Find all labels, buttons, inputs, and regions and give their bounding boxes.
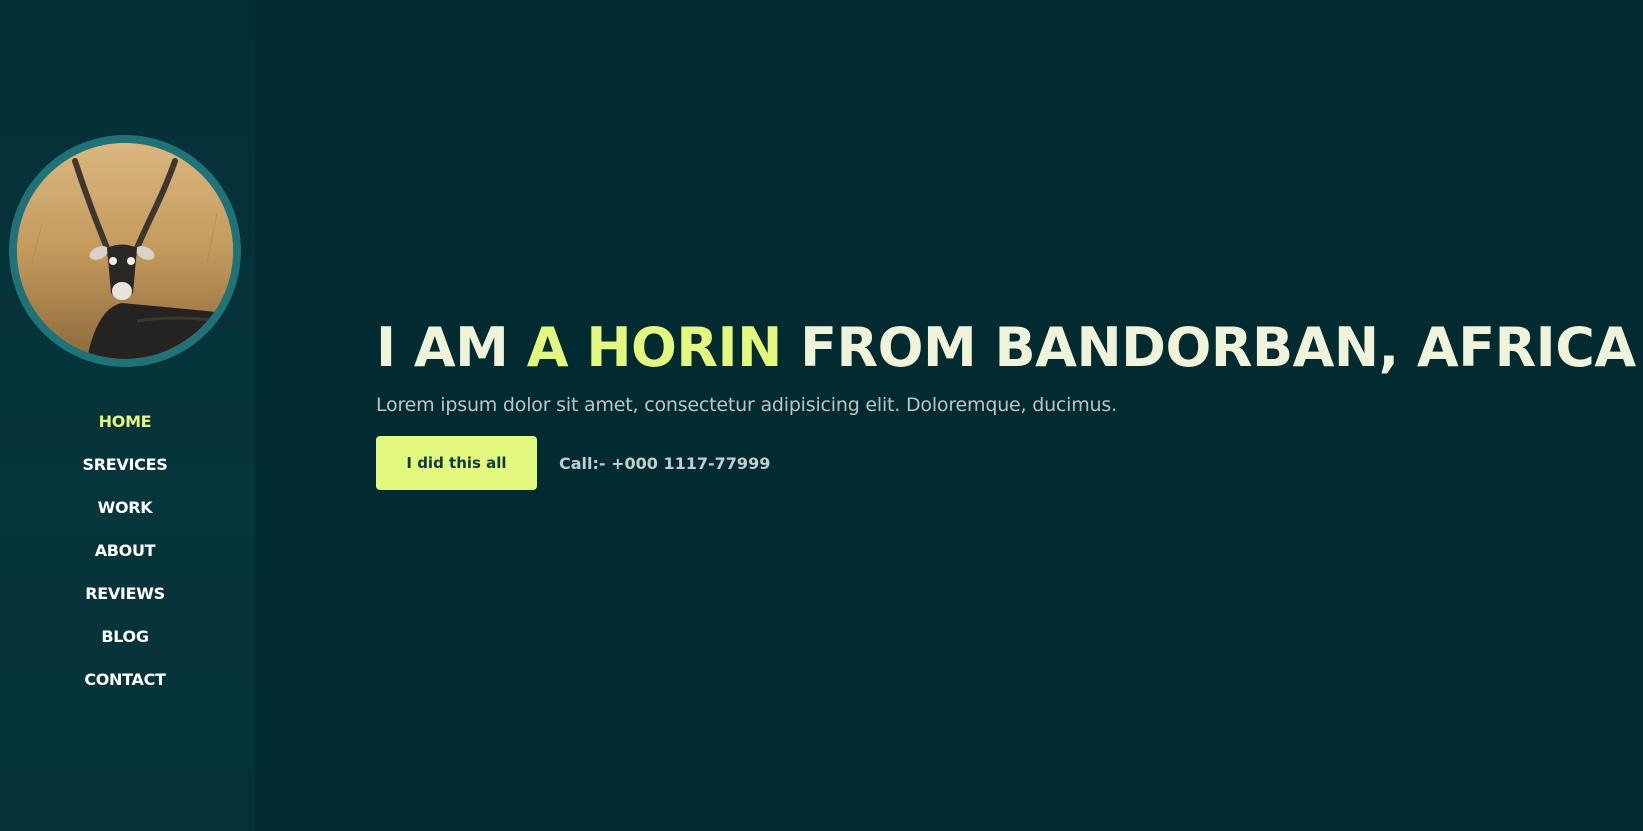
main-nav: HOME SREVICES WORK ABOUT REVIEWS BLOG CO…	[0, 400, 250, 701]
nav-item-services: SREVICES	[0, 443, 250, 486]
antelope-photo	[17, 143, 233, 359]
nav-link-services[interactable]: SREVICES	[83, 443, 168, 486]
nav-item-reviews: REVIEWS	[0, 572, 250, 615]
sidebar: HOME SREVICES WORK ABOUT REVIEWS BLOG CO…	[0, 0, 255, 831]
nav-link-blog[interactable]: BLOG	[101, 615, 149, 658]
page: HOME SREVICES WORK ABOUT REVIEWS BLOG CO…	[0, 0, 1643, 831]
nav-item-blog: BLOG	[0, 615, 250, 658]
nav-item-contact: CONTACT	[0, 658, 250, 701]
nav-link-contact[interactable]: CONTACT	[84, 658, 166, 701]
hero-title-part2: FROM BANDORBAN, AFRICA	[781, 316, 1636, 379]
cta-row: I did this all Call:- +000 1117-77999	[376, 436, 1636, 490]
nav-item-work: WORK	[0, 486, 250, 529]
nav-link-about[interactable]: ABOUT	[95, 529, 156, 572]
hero-subtitle: Lorem ipsum dolor sit amet, consectetur …	[376, 394, 1117, 416]
nav-item-about: ABOUT	[0, 529, 250, 572]
avatar	[9, 135, 241, 367]
call-text: Call:- +000 1117-77999	[559, 453, 771, 473]
nav-item-home: HOME	[0, 400, 250, 443]
hero-section: I AM A HORIN FROM BANDORBAN, AFRICA Lore…	[376, 312, 1636, 490]
nav-link-reviews[interactable]: REVIEWS	[85, 572, 165, 615]
nav-link-home[interactable]: HOME	[99, 400, 152, 443]
nav-link-work[interactable]: WORK	[98, 486, 153, 529]
hero-title-accent: A HORIN	[526, 316, 783, 379]
cta-button[interactable]: I did this all	[376, 436, 537, 490]
hero-title-part1: I AM	[376, 316, 527, 379]
hero-title: I AM A HORIN FROM BANDORBAN, AFRICA	[376, 312, 1636, 384]
